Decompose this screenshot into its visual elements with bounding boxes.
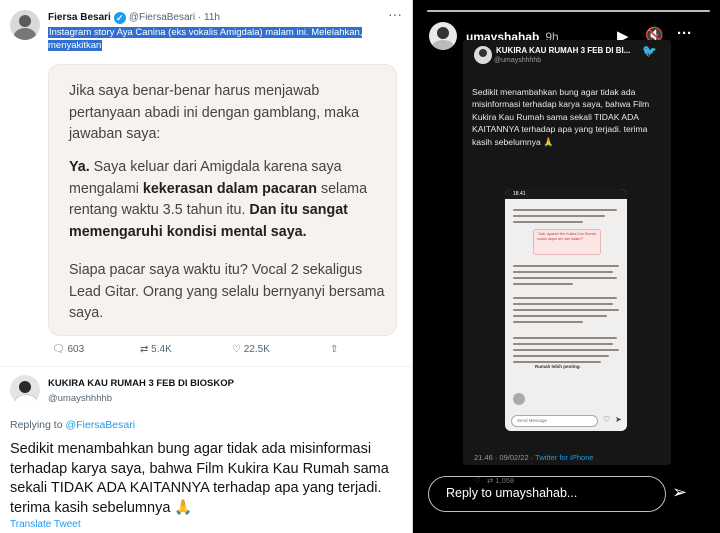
reply-count: 603 — [67, 344, 85, 355]
share-action[interactable]: ⇧ — [330, 344, 338, 355]
embedded-tweet-source: Twitter for iPhone — [535, 453, 594, 462]
phone-quote-box: "Jadi, apakah film Kukira Kau Rumah suda… — [533, 229, 601, 255]
replying-handle-link[interactable]: @FiersaBesari — [65, 419, 135, 431]
twitter-thread: Fiersa Besari ✓ @FiersaBesari · 11h ··· In… — [0, 0, 412, 533]
story-progress-bar — [427, 10, 710, 12]
phone-status-time: 18.41 — [513, 191, 526, 197]
retweet-action[interactable]: ⇄ 5.4K — [140, 344, 172, 355]
image-bold-kdp: kekerasan dalam pacaran — [142, 180, 317, 197]
phone-reel-avatar — [513, 393, 525, 405]
image-paragraph-1: Jika saya benar-benar harus menjawab per… — [69, 83, 360, 142]
retweet-count: 5.4K — [151, 344, 172, 355]
tweet1-author[interactable]: Fiersa Besari — [48, 12, 111, 23]
phone-send-message-field: Send Message — [511, 415, 598, 427]
more-options-icon[interactable]: ··· — [388, 6, 402, 22]
fiersa-avatar[interactable] — [10, 10, 40, 40]
embedded-author: KUKIRA KAU RUMAH 3 FEB DI BI... — [496, 46, 631, 55]
embedded-body: Sedikit menambahkan bung agar tidak ada … — [472, 87, 650, 147]
reply-action[interactable]: 🗨 603 — [52, 344, 84, 355]
image-bold-ya: Ya. — [69, 159, 90, 175]
heart-icon: ♡ — [232, 344, 241, 355]
verified-badge-icon: ✓ — [113, 12, 126, 24]
phone-quote-text: "Jadi, apakah film Kukira Kau Rumah suda… — [537, 232, 597, 241]
story-avatar[interactable] — [429, 22, 457, 50]
embedded-handle: @umayshhhhb — [494, 57, 542, 64]
divider — [0, 366, 412, 367]
story-reply-placeholder: Reply to umayshahab... — [446, 486, 578, 500]
embedded-avatar — [474, 46, 492, 64]
tweet1-handle[interactable]: @FiersaBesari — [129, 12, 195, 23]
replying-to: Replying to @FiersaBesari — [10, 419, 135, 431]
tweet1-header: Fiersa Besari ✓ @FiersaBesari · 11h — [48, 12, 220, 24]
embedded-tweet-footer: 21.46 · 09/02/22 · Twitter for iPhone — [474, 453, 594, 462]
like-action[interactable]: ♡ 22.5K — [232, 344, 270, 355]
tweet1-highlighted-text: Instagram story Aya Canina (eks vokalis … — [48, 27, 363, 51]
like-count: 22.5K — [243, 344, 270, 355]
phone-heart-icon: ♡ — [603, 415, 611, 424]
image-paragraph-2: Ya. Saya keluar dari Amigdala karena say… — [69, 157, 389, 243]
embedded-tweet-time: 21.46 · 09/02/22 · — [474, 453, 536, 462]
tweet2-author[interactable]: KUKIRA KAU RUMAH 3 FEB DI BIOSKOP — [48, 378, 234, 389]
kukira-avatar[interactable] — [10, 375, 40, 405]
twitter-bird-icon: 🐦 — [642, 44, 657, 58]
tweet1-image[interactable]: Jika saya benar-benar harus menjawab per… — [48, 64, 397, 336]
translate-tweet-link[interactable]: Translate Tweet — [10, 519, 81, 530]
more-icon[interactable]: ··· — [677, 25, 692, 42]
tweet1-text: Instagram story Aya Canina (eks vokalis … — [48, 26, 393, 52]
retweet-icon: ⇄ — [140, 344, 149, 355]
phone-status-bar: 18.41 — [505, 189, 627, 199]
phone-bold-line: Rumah lebih penting. — [535, 364, 581, 369]
reply-icon: 🗨 — [52, 344, 65, 355]
tweet2-body: Sedikit menambahkan bung agar tidak ada … — [10, 441, 389, 516]
phone-send-icon: ➤ — [615, 415, 622, 424]
image-paragraph-3: Siapa pacar saya waktu itu? Vocal 2 seka… — [69, 262, 385, 321]
share-icon: ⇧ — [330, 344, 339, 355]
tweet2-handle[interactable]: @umayshhhhb — [48, 393, 112, 404]
embedded-phone-screenshot: 18.41 "Jadi, apakah film Kukira Kau Ruma… — [505, 189, 627, 431]
tweet1-time[interactable]: · 11h — [198, 12, 220, 23]
send-icon[interactable]: ➢ — [672, 482, 687, 503]
replying-label: Replying to — [10, 419, 63, 431]
